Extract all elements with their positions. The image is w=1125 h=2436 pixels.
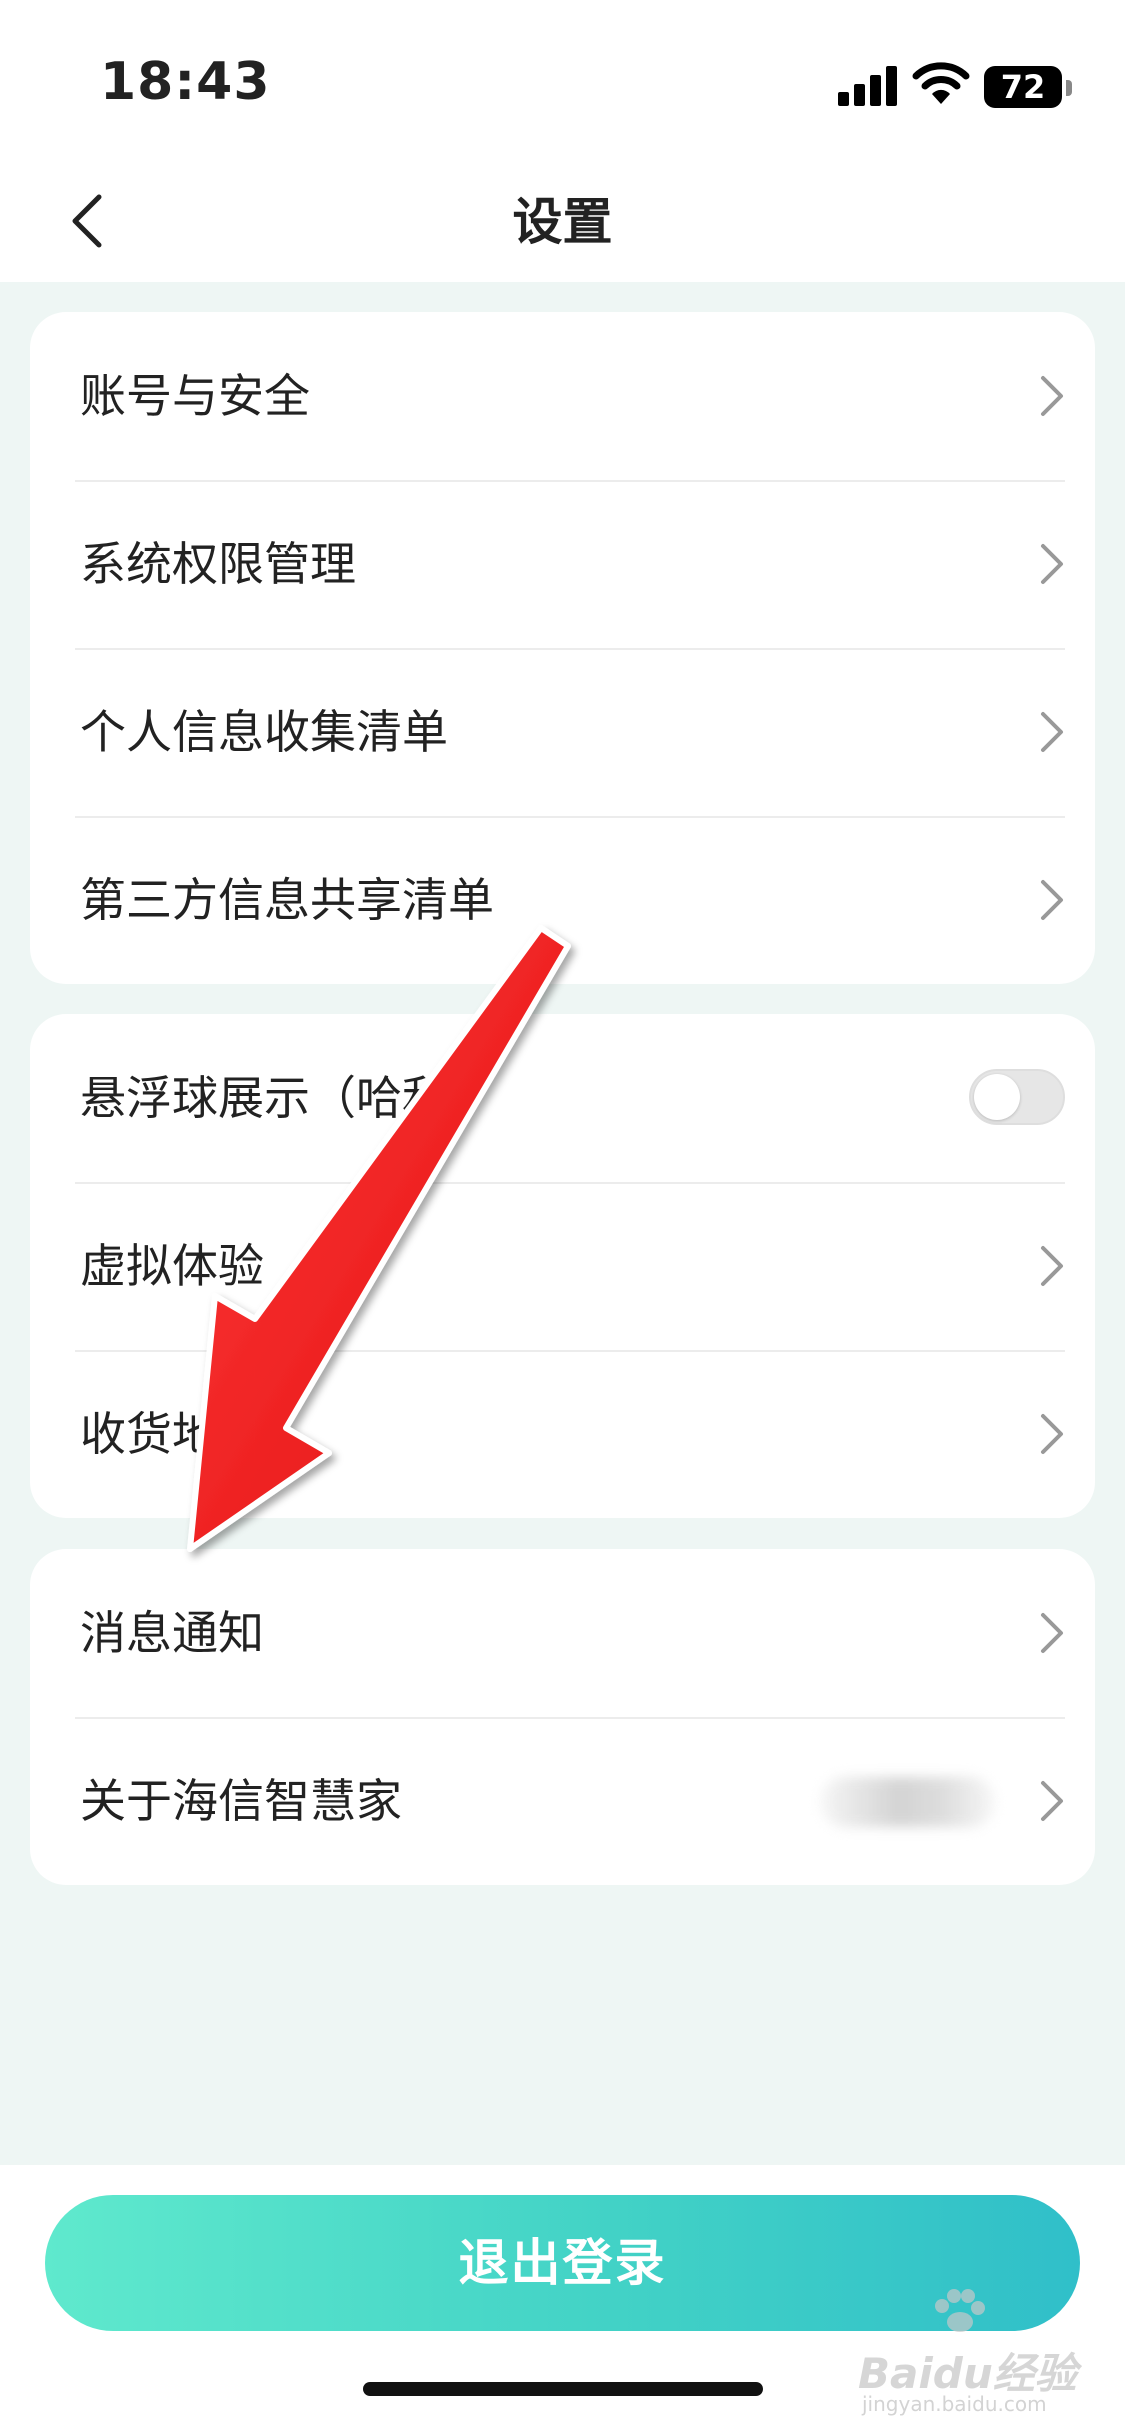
battery-icon: 72 [984,66,1062,108]
cellular-signal-icon [838,66,897,106]
settings-group-features: 悬浮球展示（哈利） 虚拟体验 收货地址 [30,1014,1095,1518]
logout-button[interactable]: 退出登录 [45,2195,1080,2331]
paw-logo-icon [935,2289,985,2332]
chevron-right-icon [1041,1613,1063,1653]
settings-item-floating-ball: 悬浮球展示（哈利） [30,1014,1095,1182]
chevron-right-icon [1041,544,1063,584]
settings-item-personal-info-list[interactable]: 个人信息收集清单 [30,648,1095,816]
floating-ball-toggle[interactable] [969,1069,1065,1125]
settings-item-label: 账号与安全 [80,369,310,423]
status-time: 18:43 [100,52,271,112]
settings-group-about: 消息通知 关于海信智慧家 [30,1549,1095,1885]
battery-cap [1066,80,1072,96]
settings-item-account-security[interactable]: 账号与安全 [30,312,1095,480]
toggle-knob [974,1074,1020,1120]
settings-item-notifications[interactable]: 消息通知 [30,1549,1095,1717]
baidu-watermark: Baidu经验 jingyan.baidu.com [858,2289,1078,2418]
settings-item-label: 消息通知 [80,1606,264,1660]
page-title: 设置 [512,193,613,251]
settings-item-label: 第三方信息共享清单 [80,873,494,927]
settings-item-label: 悬浮球展示（哈利） [80,1071,494,1125]
settings-item-shipping-address[interactable]: 收货地址 [30,1350,1095,1518]
chevron-right-icon [1041,376,1063,416]
home-indicator [363,2382,763,2396]
settings-item-third-party-sharing[interactable]: 第三方信息共享清单 [30,816,1095,984]
settings-item-label: 关于海信智慧家 [80,1774,402,1828]
settings-group-account: 账号与安全 系统权限管理 个人信息收集清单 第三方信息共享清单 [30,312,1095,984]
version-value-blurred [820,1777,995,1827]
settings-item-label: 系统权限管理 [80,537,356,591]
settings-item-label: 收货地址 [80,1407,264,1461]
chevron-right-icon [1041,1414,1063,1454]
settings-item-label: 个人信息收集清单 [80,705,448,759]
chevron-right-icon [1041,712,1063,752]
chevron-right-icon [1041,880,1063,920]
chevron-right-icon [1041,1246,1063,1286]
navigation-bar: 设置 [0,160,1125,282]
status-bar: 18:43 72 [0,0,1125,160]
wifi-icon [912,62,970,104]
settings-item-permissions[interactable]: 系统权限管理 [30,480,1095,648]
chevron-right-icon [1041,1781,1063,1821]
settings-item-virtual-experience[interactable]: 虚拟体验 [30,1182,1095,1350]
settings-item-about[interactable]: 关于海信智慧家 [30,1717,1095,1885]
settings-item-label: 虚拟体验 [80,1239,264,1293]
watermark-url: jingyan.baidu.com [862,2392,1047,2416]
